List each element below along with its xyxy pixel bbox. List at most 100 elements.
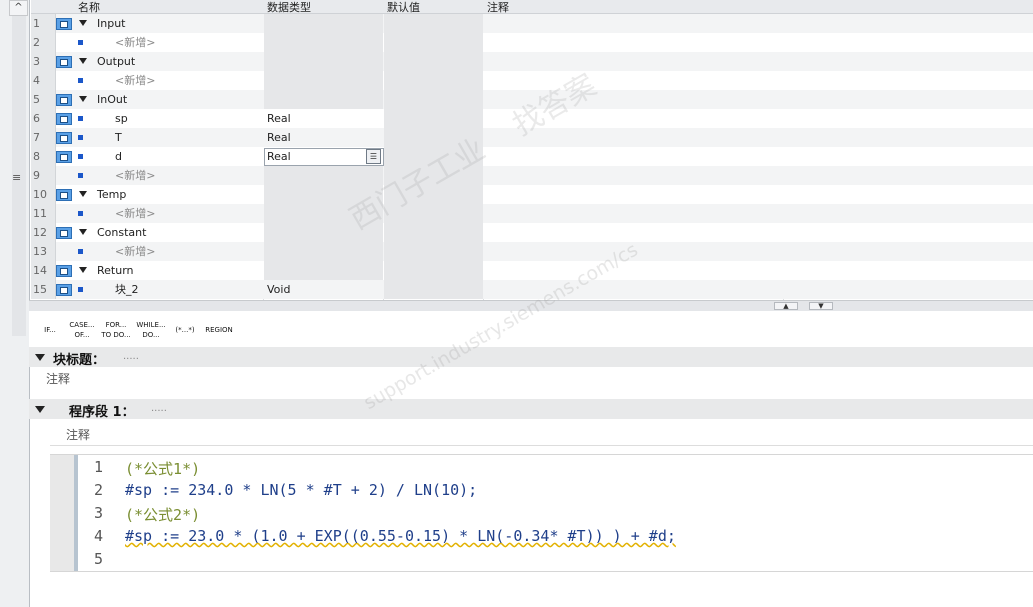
name-cell[interactable]: Output: [97, 52, 135, 71]
default-cell[interactable]: [384, 242, 483, 261]
collapse-triangle-icon[interactable]: [79, 96, 87, 102]
default-cell[interactable]: [384, 166, 483, 185]
name-cell[interactable]: Temp: [97, 185, 126, 204]
datatype-cell-bg: [264, 14, 383, 33]
table-row[interactable]: 8 d ☰ Real: [31, 147, 1033, 166]
datatype-cell[interactable]: Real: [267, 128, 291, 147]
collapse-up-icon[interactable]: ▲: [774, 302, 798, 310]
name-cell[interactable]: Constant: [97, 223, 146, 242]
default-cell[interactable]: [384, 90, 483, 109]
for-button[interactable]: FOR... TO DO...: [99, 314, 133, 347]
code-editor[interactable]: 1 2 3 4 5 (*公式1*) #sp := 234.0 * LN(5 * …: [50, 454, 1033, 572]
editor-margin: [74, 455, 78, 571]
default-cell[interactable]: [384, 185, 483, 204]
editor-gutter: [50, 455, 75, 571]
table-row[interactable]: 5 InOut: [31, 90, 1033, 109]
comment-button[interactable]: (*...*): [169, 314, 201, 347]
interface-port-icon: [56, 18, 72, 30]
collapse-triangle-icon[interactable]: [79, 267, 87, 273]
default-cell[interactable]: [384, 204, 483, 223]
default-cell[interactable]: [384, 71, 483, 90]
datatype-cell-bg: [264, 90, 383, 109]
add-new-cell[interactable]: <新增>: [115, 33, 155, 52]
table-row[interactable]: 7 T Real: [31, 128, 1033, 147]
case-button[interactable]: CASE... OF...: [65, 314, 99, 347]
table-row[interactable]: 3 Output: [31, 52, 1033, 71]
default-cell[interactable]: [384, 109, 483, 128]
default-cell[interactable]: [384, 147, 483, 166]
default-cell[interactable]: [384, 14, 483, 33]
table-row[interactable]: 11 <新增>: [31, 204, 1033, 223]
left-scrollbar[interactable]: ^ ≡: [0, 0, 30, 607]
line-number: 3: [94, 504, 104, 522]
datatype-cell[interactable]: Real: [267, 109, 291, 128]
if-button[interactable]: IF...: [35, 314, 65, 347]
code-line[interactable]: #sp := 23.0 * (1.0 + EXP((0.55-0.15) * L…: [125, 527, 676, 545]
default-cell[interactable]: [384, 33, 483, 52]
name-cell[interactable]: Return: [97, 261, 134, 280]
name-cell[interactable]: InOut: [97, 90, 127, 109]
name-cell[interactable]: d: [115, 147, 122, 166]
expand-arrow-icon[interactable]: [35, 406, 45, 413]
name-cell[interactable]: T: [115, 128, 122, 147]
datatype-picker-icon[interactable]: ☰: [366, 149, 381, 164]
default-cell[interactable]: [384, 223, 483, 242]
network-comment: 注释: [66, 428, 91, 442]
scroll-up-icon[interactable]: ^: [9, 0, 28, 16]
table-row[interactable]: 9 <新增>: [31, 166, 1033, 185]
table-row[interactable]: 6 sp Real: [31, 109, 1033, 128]
add-new-cell[interactable]: <新增>: [115, 166, 155, 185]
while-button[interactable]: WHILE... DO...: [133, 314, 169, 347]
name-cell[interactable]: 块_2: [115, 280, 139, 299]
header-comment[interactable]: 注释: [487, 0, 509, 15]
code-line[interactable]: (*公式2*): [125, 504, 200, 525]
block-comment[interactable]: 注释: [46, 370, 70, 387]
line-number: 5: [94, 550, 104, 568]
grip-icon[interactable]: ≡: [12, 171, 21, 184]
block-title-input[interactable]: .....: [123, 351, 139, 362]
default-cell[interactable]: [384, 128, 483, 147]
table-row[interactable]: 1 Input: [31, 14, 1033, 33]
table-row[interactable]: 12 Constant: [31, 223, 1033, 242]
table-row[interactable]: 13 <新增>: [31, 242, 1033, 261]
bullet-icon: [78, 135, 83, 140]
collapse-triangle-icon[interactable]: [79, 20, 87, 26]
datatype-cell[interactable]: Void: [267, 280, 290, 299]
expand-arrow-icon[interactable]: [35, 354, 45, 361]
name-cell[interactable]: sp: [115, 109, 128, 128]
bullet-icon: [78, 249, 83, 254]
datatype-cell[interactable]: Real: [267, 147, 291, 166]
interface-port-icon: [56, 132, 72, 144]
add-new-cell[interactable]: <新增>: [115, 71, 155, 90]
network-comment-field[interactable]: 注释: [50, 423, 1033, 446]
collapse-triangle-icon[interactable]: [79, 229, 87, 235]
line-number: 4: [94, 527, 104, 545]
table-row[interactable]: 10 Temp: [31, 185, 1033, 204]
add-new-cell[interactable]: <新增>: [115, 204, 155, 223]
collapse-triangle-icon[interactable]: [79, 58, 87, 64]
region-button[interactable]: REGION: [201, 314, 237, 347]
default-cell[interactable]: [384, 261, 483, 280]
header-datatype[interactable]: 数据类型: [267, 0, 311, 15]
code-line[interactable]: (*公式1*): [125, 458, 200, 479]
table-row[interactable]: 4 <新增>: [31, 71, 1033, 90]
block-title-bar[interactable]: 块标题： .....: [29, 347, 1033, 368]
datatype-cell-bg: [264, 33, 383, 52]
network-title-input[interactable]: .....: [151, 403, 167, 414]
collapse-triangle-icon[interactable]: [79, 191, 87, 197]
default-cell[interactable]: [384, 52, 483, 71]
table-row[interactable]: 14 Return: [31, 261, 1033, 280]
add-new-cell[interactable]: <新增>: [115, 242, 155, 261]
table-row[interactable]: 2 <新增>: [31, 33, 1033, 52]
header-name[interactable]: 名称: [78, 0, 100, 15]
name-cell[interactable]: Input: [97, 14, 125, 33]
network-title-bar[interactable]: 程序段 1： .....: [29, 399, 1033, 420]
for-label: TO DO...: [101, 331, 131, 339]
table-header: 名称 数据类型 默认值 注释: [31, 0, 1033, 14]
default-cell[interactable]: [384, 280, 483, 299]
table-row[interactable]: 15 块_2 Void: [31, 280, 1033, 299]
code-line[interactable]: #sp := 234.0 * LN(5 * #T + 2) / LN(10);: [125, 481, 477, 499]
collapse-down-icon[interactable]: ▼: [809, 302, 833, 310]
bullet-icon: [78, 154, 83, 159]
header-default[interactable]: 默认值: [387, 0, 420, 15]
